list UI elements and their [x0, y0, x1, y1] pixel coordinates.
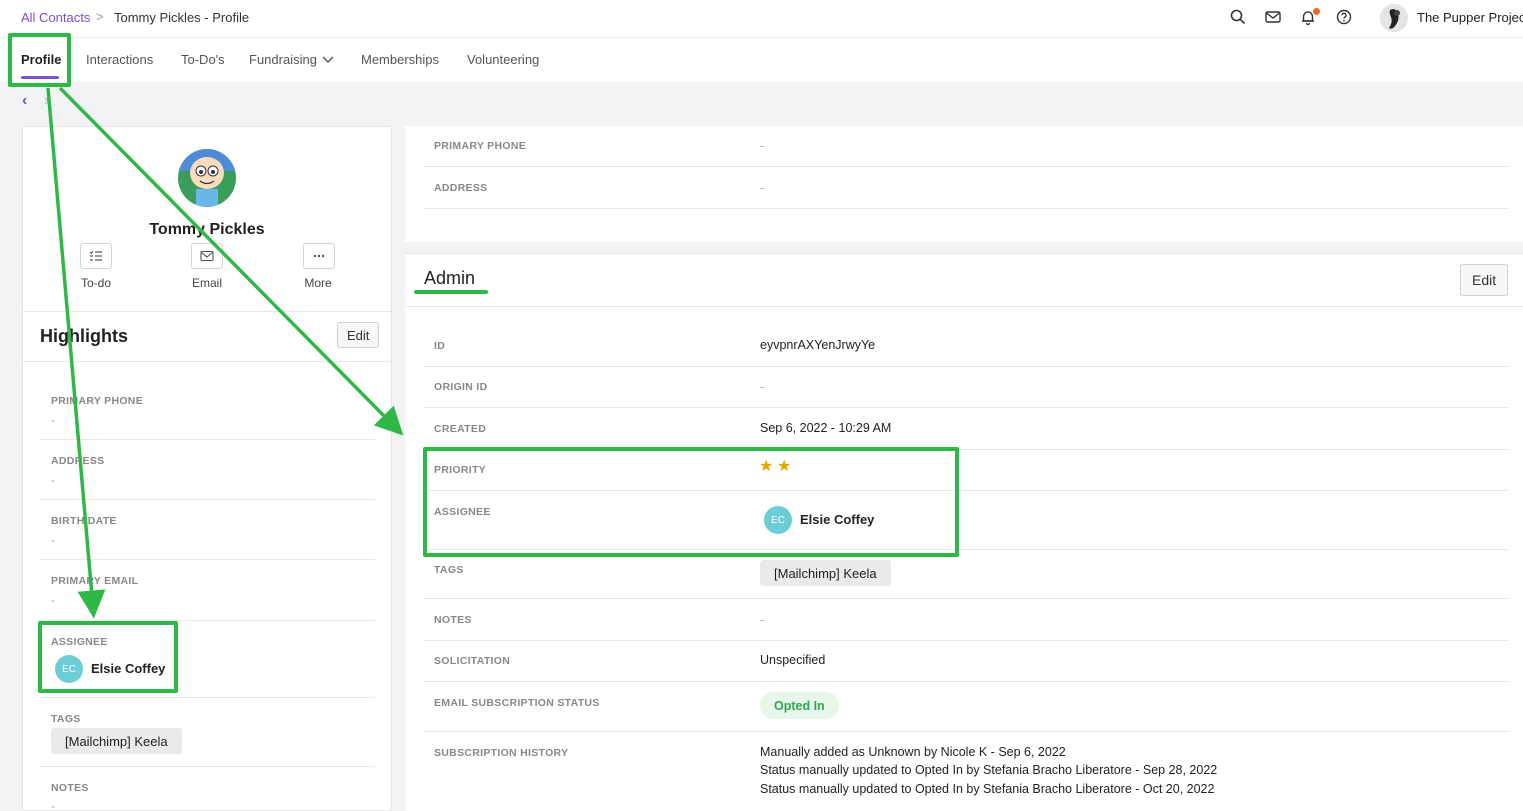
annotation-underline-admin [414, 290, 488, 294]
search-icon[interactable] [1229, 8, 1247, 26]
divider [39, 499, 375, 500]
history-entry: Status manually updated to Opted In by S… [760, 782, 1215, 796]
highlight-label-notes: NOTES [51, 782, 89, 794]
todo-action-button[interactable] [80, 243, 112, 269]
tab-volunteering[interactable]: Volunteering [467, 52, 539, 67]
highlight-label-primary-phone: PRIMARY PHONE [51, 395, 143, 407]
highlights-edit-button[interactable]: Edit [337, 322, 380, 348]
more-action-button[interactable] [303, 243, 335, 269]
tag-chip[interactable]: [Mailchimp] Keela [51, 728, 182, 754]
status-badge: Opted In [760, 692, 839, 719]
mail-icon [200, 250, 214, 262]
admin-value-id: eyvpnrAXYenJrwyYe [760, 338, 876, 352]
tab-todos[interactable]: To-Do's [181, 52, 225, 67]
admin-label-origin-id: ORIGIN ID [434, 381, 488, 393]
divider [39, 439, 375, 440]
admin-value-created: Sep 6, 2022 - 10:29 AM [760, 421, 892, 435]
annotation-box-left-assignee [38, 621, 178, 693]
mail-icon[interactable] [1264, 8, 1282, 26]
profile-tabs: Profile Interactions To-Do's Fundraising… [0, 38, 1523, 82]
divider [424, 407, 1508, 408]
highlight-value-primary-email: - [51, 593, 55, 607]
annotation-box-priority-assignee [423, 447, 959, 557]
info-value-primary-phone: - [760, 139, 765, 153]
divider [23, 361, 391, 362]
email-action-label[interactable]: Email [177, 276, 237, 290]
tab-fundraising[interactable]: Fundraising [249, 52, 317, 67]
next-contact-icon[interactable]: › [44, 92, 49, 110]
info-label-address: ADDRESS [434, 182, 488, 194]
divider [23, 311, 391, 312]
notification-dot [1313, 8, 1320, 15]
divider [424, 208, 1508, 209]
divider [424, 366, 1508, 367]
divider [39, 766, 375, 767]
info-value-address: - [760, 181, 765, 195]
org-avatar[interactable] [1380, 4, 1408, 32]
org-name[interactable]: The Pupper Project [1417, 10, 1523, 25]
admin-value-solicitation: Unspecified [760, 653, 826, 667]
divider [405, 306, 1523, 307]
email-action-button[interactable] [191, 243, 223, 269]
breadcrumb-current: Tommy Pickles - Profile [114, 10, 250, 25]
previous-contact-icon[interactable]: ‹ [22, 92, 27, 110]
tab-interactions[interactable]: Interactions [86, 52, 153, 67]
highlight-label-primary-email: PRIMARY EMAIL [51, 575, 139, 587]
highlight-label-tags: TAGS [51, 713, 81, 725]
tab-memberships[interactable]: Memberships [361, 52, 439, 67]
help-icon[interactable] [1335, 8, 1353, 26]
contact-info-card [405, 126, 1523, 242]
highlight-label-birth-date: BIRTH DATE [51, 515, 117, 527]
admin-label-solicitation: SOLICITATION [434, 655, 511, 667]
admin-label-tags: TAGS [434, 564, 464, 576]
more-action-label[interactable]: More [288, 276, 348, 290]
admin-edit-button[interactable]: Edit [1460, 264, 1509, 296]
divider [424, 598, 1508, 599]
highlight-value-notes: - [51, 799, 55, 811]
breadcrumb-all-contacts[interactable]: All Contacts [21, 10, 90, 25]
contact-avatar [178, 149, 236, 207]
more-icon [313, 254, 325, 258]
highlight-value-primary-phone: - [51, 413, 55, 427]
tag-chip[interactable]: [Mailchimp] Keela [760, 560, 891, 586]
admin-value-origin-id: - [760, 380, 765, 394]
checklist-icon [89, 250, 102, 261]
todo-action-label[interactable]: To-do [66, 276, 126, 290]
info-label-primary-phone: PRIMARY PHONE [434, 140, 526, 152]
breadcrumb-separator: > [96, 9, 104, 24]
annotation-box-profile-tab [8, 33, 71, 87]
divider [424, 731, 1508, 732]
divider [424, 681, 1508, 682]
admin-label-notes: NOTES [434, 614, 472, 626]
admin-label-created: CREATED [434, 423, 487, 435]
top-bar: All Contacts > Tommy Pickles - Profile T… [0, 0, 1523, 38]
history-entry: Manually added as Unknown by Nicole K - … [760, 745, 1066, 759]
contact-name: Tommy Pickles [149, 221, 265, 238]
admin-label-email-status: EMAIL SUBSCRIPTION STATUS [434, 697, 600, 709]
divider [39, 697, 375, 698]
chevron-down-icon[interactable] [322, 55, 334, 65]
highlight-label-address: ADDRESS [51, 455, 105, 467]
divider [39, 559, 375, 560]
admin-label-subscription-history: SUBSCRIPTION HISTORY [434, 747, 569, 759]
admin-value-notes: - [760, 613, 765, 627]
divider [424, 640, 1508, 641]
divider [424, 166, 1508, 167]
history-entry: Status manually updated to Opted In by S… [760, 763, 1218, 777]
highlight-value-birth-date: - [51, 533, 55, 547]
admin-title: Admin [424, 268, 476, 288]
highlights-title: Highlights [40, 326, 128, 346]
highlight-value-address: - [51, 473, 55, 487]
admin-label-id: ID [434, 340, 446, 352]
